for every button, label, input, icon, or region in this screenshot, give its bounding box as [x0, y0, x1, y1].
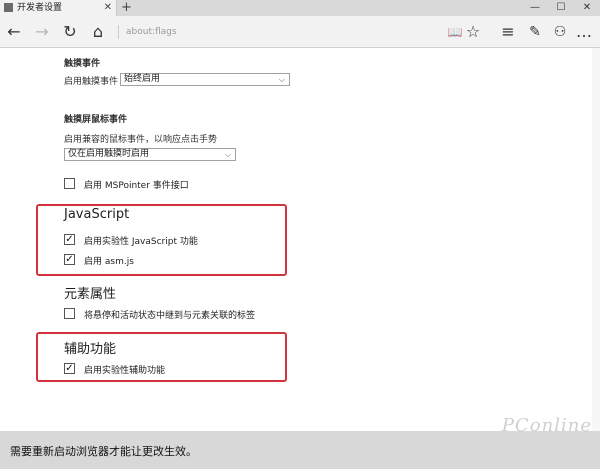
navigation-bar: ← → ↻ ⌂ about:flags 📖 ☆ ≡ ✎ ⚇ … — [0, 16, 600, 48]
page-favicon-icon — [4, 3, 13, 12]
touch-events-select[interactable]: 始终启用 ⌵ — [120, 73, 290, 86]
experimental-accessibility-checkbox[interactable]: ✓ — [64, 363, 75, 374]
javascript-heading: JavaScript — [64, 207, 130, 222]
reading-view-icon[interactable]: 📖 — [445, 22, 465, 42]
experimental-accessibility-label: 启用实验性辅助功能 — [84, 366, 166, 376]
forward-icon[interactable]: → — [32, 22, 52, 42]
window-controls: — ☐ ✕ — [522, 0, 600, 16]
maximize-button[interactable]: ☐ — [548, 0, 574, 16]
settings-content: 触摸事件 启用触摸事件 始终启用 ⌵ 触摸屏鼠标事件 启用兼容的鼠标事件，以响应… — [0, 48, 600, 431]
asmjs-checkbox[interactable]: ✓ — [64, 254, 75, 265]
restart-notice-text: 需要重新启动浏览器才能让更改生效。 — [10, 445, 197, 458]
element-properties-heading: 元素属性 — [64, 287, 117, 302]
close-window-button[interactable]: ✕ — [574, 0, 600, 16]
touch-events-heading: 触摸事件 — [64, 59, 101, 69]
chevron-down-icon: ⌵ — [278, 75, 285, 84]
touch-mouse-label: 启用兼容的鼠标事件，以响应点击手势 — [64, 135, 218, 145]
touch-events-select-value: 始终启用 — [124, 74, 161, 84]
hover-relay-label: 将悬停和活动状态中继到与元素关联的标签 — [84, 311, 256, 321]
restart-notification-bar: 需要重新启动浏览器才能让更改生效。 PConline — [0, 415, 600, 469]
refresh-icon[interactable]: ↻ — [60, 22, 80, 42]
more-icon[interactable]: … — [574, 22, 594, 42]
tab-title: 开发者设置 — [17, 3, 63, 13]
home-icon[interactable]: ⌂ — [88, 22, 108, 42]
new-tab-button[interactable]: + — [121, 0, 132, 15]
experimental-js-label: 启用实验性 JavaScript 功能 — [84, 237, 198, 247]
back-icon[interactable]: ← — [4, 22, 24, 42]
touch-mouse-heading: 触摸屏鼠标事件 — [64, 115, 128, 125]
address-bar[interactable]: about:flags — [126, 23, 177, 41]
minimize-button[interactable]: — — [522, 0, 548, 16]
favorite-star-icon[interactable]: ☆ — [463, 22, 483, 42]
accessibility-heading: 辅助功能 — [64, 342, 117, 357]
mspointer-checkbox[interactable] — [64, 178, 75, 189]
tab-developer-settings[interactable]: 开发者设置 ✕ — [0, 0, 117, 16]
experimental-js-checkbox[interactable]: ✓ — [64, 234, 75, 245]
tab-bar: 开发者设置 ✕ + — ☐ ✕ — [0, 0, 600, 16]
touch-events-label: 启用触摸事件 — [64, 77, 119, 87]
web-note-icon[interactable]: ✎ — [525, 22, 545, 42]
mspointer-label: 启用 MSPointer 事件接口 — [84, 181, 189, 191]
hub-icon[interactable]: ≡ — [498, 22, 518, 42]
touch-mouse-select[interactable]: 仅在启用触摸时启用 ⌵ — [64, 148, 236, 161]
hover-relay-checkbox[interactable] — [64, 308, 75, 319]
scrollbar[interactable] — [592, 48, 600, 431]
chevron-down-icon: ⌵ — [224, 150, 231, 159]
touch-mouse-select-value: 仅在启用触摸时启用 — [68, 149, 150, 159]
asmjs-label: 启用 asm.js — [84, 257, 134, 267]
nav-separator — [118, 25, 119, 39]
close-tab-icon[interactable]: ✕ — [104, 1, 112, 15]
share-icon[interactable]: ⚇ — [550, 22, 570, 42]
watermark-logo: PConline — [501, 415, 592, 436]
